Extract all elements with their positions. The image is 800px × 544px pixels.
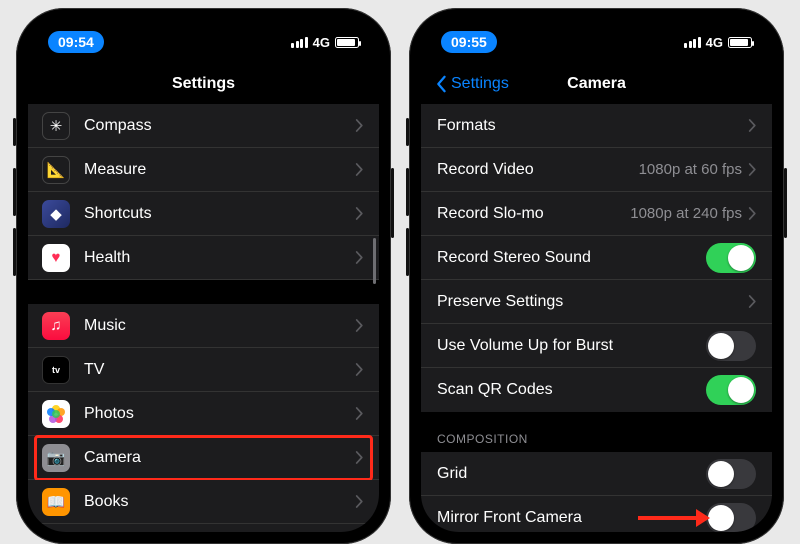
row-label: Record Slo-mo	[437, 205, 630, 223]
toggle-grid[interactable]	[706, 459, 756, 489]
camera-icon: 📷	[42, 444, 70, 472]
phone-right: 09:55 4G Settings Camera Formats Record V…	[409, 8, 784, 544]
row-volume-burst[interactable]: Use Volume Up for Burst	[421, 324, 772, 368]
measure-icon: 📐	[42, 156, 70, 184]
chevron-right-icon	[355, 163, 363, 176]
status-time: 09:55	[441, 31, 497, 53]
shortcuts-icon: ◆	[42, 200, 70, 228]
row-grid[interactable]: Grid	[421, 452, 772, 496]
chevron-right-icon	[355, 251, 363, 264]
row-label: Record Stereo Sound	[437, 249, 706, 267]
battery-icon	[335, 37, 359, 48]
row-record-video[interactable]: Record Video1080p at 60 fps	[421, 148, 772, 192]
chevron-left-icon	[435, 75, 447, 93]
settings-row-tv[interactable]: tv TV	[28, 348, 379, 392]
phone-left: 09:54 4G Settings ✳︎ Compass 📐 Measure ◆ Shor…	[16, 8, 391, 544]
back-label: Settings	[451, 75, 509, 93]
row-label: Grid	[437, 465, 706, 483]
notch	[517, 20, 677, 46]
page-title: Settings	[172, 75, 235, 93]
signal-icon	[291, 37, 308, 48]
chevron-right-icon	[748, 207, 756, 220]
settings-row-books[interactable]: 📖 Books	[28, 480, 379, 524]
network-label: 4G	[313, 35, 330, 50]
settings-row-shortcuts[interactable]: ◆ Shortcuts	[28, 192, 379, 236]
settings-row-compass[interactable]: ✳︎ Compass	[28, 104, 379, 148]
settings-row-music[interactable]: ♫ Music	[28, 304, 379, 348]
row-preserve[interactable]: Preserve Settings	[421, 280, 772, 324]
chevron-right-icon	[355, 495, 363, 508]
health-icon: ♥	[42, 244, 70, 272]
settings-row-photos[interactable]: Photos	[28, 392, 379, 436]
chevron-right-icon	[748, 295, 756, 308]
podcasts-icon: ⍚	[42, 532, 70, 533]
chevron-right-icon	[355, 451, 363, 464]
row-record-slomo[interactable]: Record Slo-mo1080p at 240 fps	[421, 192, 772, 236]
row-label: Measure	[84, 161, 355, 179]
camera-settings-list[interactable]: FormatsRecord Video1080p at 60 fpsRecord…	[421, 104, 772, 532]
page-title: Camera	[567, 75, 626, 93]
row-detail: 1080p at 240 fps	[630, 205, 742, 222]
toggle-volume-burst[interactable]	[706, 331, 756, 361]
navbar: Settings	[28, 64, 379, 104]
compass-icon: ✳︎	[42, 112, 70, 140]
row-formats[interactable]: Formats	[421, 104, 772, 148]
row-label: Books	[84, 493, 355, 511]
tv-icon: tv	[42, 356, 70, 384]
chevron-right-icon	[355, 319, 363, 332]
row-label: Camera	[84, 449, 355, 467]
network-label: 4G	[706, 35, 723, 50]
row-label: Formats	[437, 117, 748, 135]
signal-icon	[684, 37, 701, 48]
toggle-mirror-front[interactable]	[706, 503, 756, 533]
scroll-indicator	[373, 238, 376, 284]
section-header-composition: COMPOSITION	[421, 412, 772, 452]
row-label: Preserve Settings	[437, 293, 748, 311]
row-label: Music	[84, 317, 355, 335]
settings-row-health[interactable]: ♥ Health	[28, 236, 379, 280]
chevron-right-icon	[748, 119, 756, 132]
books-icon: 📖	[42, 488, 70, 516]
row-stereo-sound[interactable]: Record Stereo Sound	[421, 236, 772, 280]
row-label: Shortcuts	[84, 205, 355, 223]
row-detail: 1080p at 60 fps	[639, 161, 742, 178]
photos-icon	[42, 400, 70, 428]
row-label: Scan QR Codes	[437, 381, 706, 399]
toggle-stereo-sound[interactable]	[706, 243, 756, 273]
chevron-right-icon	[355, 207, 363, 220]
row-label: Use Volume Up for Burst	[437, 337, 706, 355]
navbar: Settings Camera	[421, 64, 772, 104]
row-label: TV	[84, 361, 355, 379]
row-label: Compass	[84, 117, 355, 135]
battery-icon	[728, 37, 752, 48]
settings-row-podcasts[interactable]: ⍚Podcasts	[28, 524, 379, 532]
row-label: Photos	[84, 405, 355, 423]
settings-row-measure[interactable]: 📐 Measure	[28, 148, 379, 192]
notch	[124, 20, 284, 46]
back-button[interactable]: Settings	[435, 75, 509, 93]
chevron-right-icon	[355, 363, 363, 376]
chevron-right-icon	[355, 119, 363, 132]
chevron-right-icon	[748, 163, 756, 176]
row-label: Record Video	[437, 161, 639, 179]
row-scan-qr[interactable]: Scan QR Codes	[421, 368, 772, 412]
settings-list[interactable]: ✳︎ Compass 📐 Measure ◆ Shortcuts ♥ Health ♫ Musi…	[28, 104, 379, 532]
row-mirror-front[interactable]: Mirror Front Camera	[421, 496, 772, 532]
row-label: Health	[84, 249, 355, 267]
arrow-annotation	[638, 509, 710, 527]
chevron-right-icon	[355, 407, 363, 420]
music-icon: ♫	[42, 312, 70, 340]
status-time: 09:54	[48, 31, 104, 53]
settings-row-camera[interactable]: 📷 Camera	[28, 436, 379, 480]
toggle-scan-qr[interactable]	[706, 375, 756, 405]
